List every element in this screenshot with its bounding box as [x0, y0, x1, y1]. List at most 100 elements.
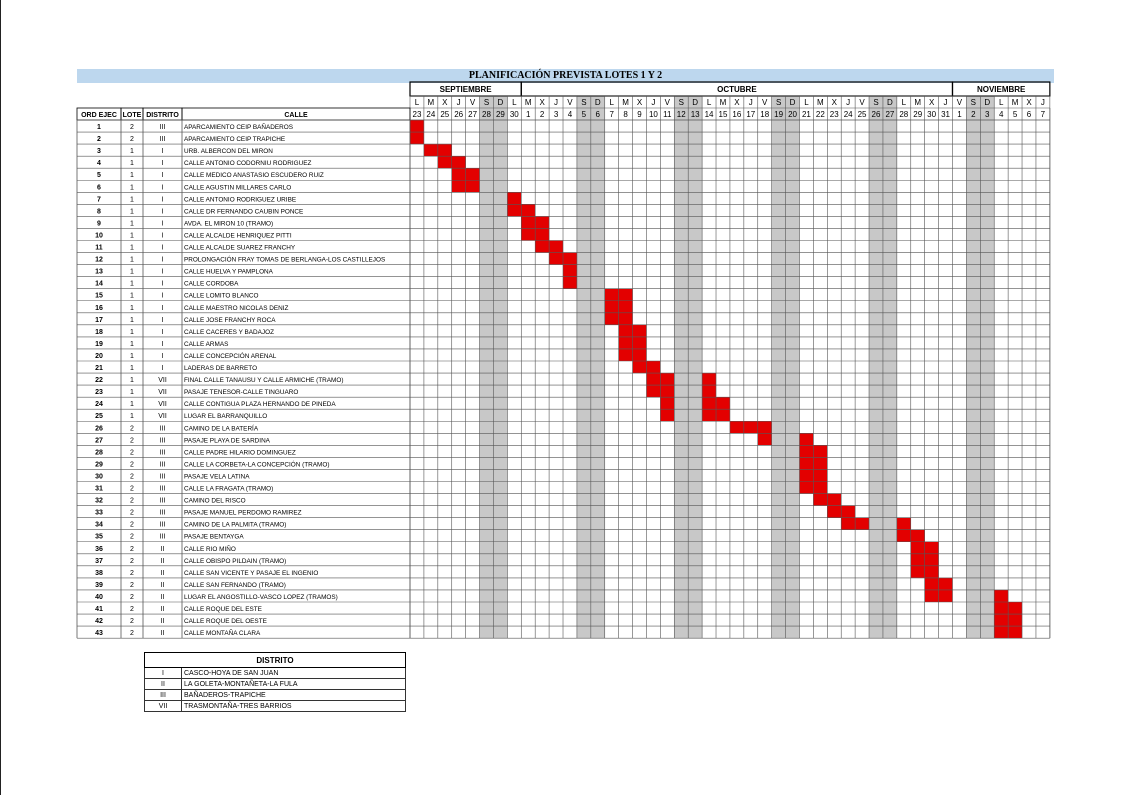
- weekday-label: D: [887, 98, 893, 107]
- work-cell: [563, 252, 577, 265]
- row-calle: PROLONGACIÓN FRAY TOMAS DE BERLANGA-LOS …: [184, 255, 385, 264]
- date-label: 20: [788, 110, 797, 119]
- date-label: 7: [1041, 110, 1046, 119]
- work-cell: [1008, 626, 1023, 639]
- date-label: 1: [526, 110, 531, 119]
- row-calle: CALLE CONTIGUA PLAZA HERNANDO DE PINEDA: [184, 401, 336, 408]
- row-distrito: III: [160, 534, 166, 541]
- work-cell: [660, 373, 675, 386]
- work-cell: [799, 481, 814, 494]
- work-cell: [535, 228, 550, 241]
- work-cell: [604, 312, 619, 325]
- date-label: 21: [802, 110, 811, 119]
- row-order: 11: [95, 245, 103, 252]
- row-calle: URB. ALBERCON DEL MIRON: [184, 148, 273, 155]
- legend-row: VII TRASMONTAÑA-TRES BARRIOS: [144, 700, 406, 712]
- row-order: 7: [97, 196, 101, 203]
- date-label: 27: [468, 110, 477, 119]
- work-cell: [618, 348, 633, 361]
- work-cell: [910, 541, 925, 554]
- work-cell: [1008, 602, 1023, 615]
- row-order: 15: [95, 293, 103, 300]
- work-cell: [604, 288, 619, 301]
- row-order: 29: [95, 461, 103, 468]
- weekday-label: S: [679, 98, 684, 107]
- work-cell: [702, 373, 717, 386]
- row-lote: 2: [130, 522, 134, 529]
- row-calle: CALLE JOSE FRANCHY ROCA: [184, 317, 276, 324]
- legend-title: DISTRITO: [144, 652, 406, 668]
- row-lote: 2: [130, 594, 134, 601]
- weekend-column: [493, 96, 508, 639]
- weekday-label: X: [442, 98, 448, 107]
- work-cell: [632, 348, 647, 361]
- date-label: 25: [858, 110, 867, 119]
- weekday-label: J: [944, 98, 948, 107]
- row-calle: CAMINO DEL RISCO: [184, 498, 246, 505]
- row-distrito: II: [161, 558, 165, 565]
- weekday-label: M: [1012, 98, 1019, 107]
- date-label: 3: [985, 110, 990, 119]
- work-cell: [702, 385, 717, 398]
- weekday-label: V: [957, 98, 963, 107]
- row-lote: 2: [130, 534, 134, 541]
- weekday-label: X: [734, 98, 740, 107]
- work-cell: [437, 144, 452, 157]
- work-cell: [632, 324, 647, 337]
- work-cell: [451, 168, 466, 181]
- work-cell: [410, 120, 424, 133]
- legend-name: TRASMONTAÑA-TRES BARRIOS: [181, 700, 406, 712]
- row-order: 17: [95, 317, 103, 324]
- row-distrito: I: [162, 269, 164, 276]
- row-order: 35: [95, 534, 103, 541]
- weekday-label: L: [707, 98, 712, 107]
- row-distrito: III: [160, 461, 166, 468]
- row-lote: 2: [130, 473, 134, 480]
- row-order: 4: [97, 160, 101, 167]
- row-order: 21: [95, 365, 103, 372]
- weekend-column: [688, 96, 703, 639]
- work-cell: [702, 409, 717, 422]
- work-cell: [1008, 614, 1023, 627]
- row-lote: 2: [130, 449, 134, 456]
- work-cell: [841, 517, 856, 530]
- weekday-label: M: [622, 98, 629, 107]
- row-order: 31: [95, 486, 103, 493]
- row-distrito: II: [161, 582, 165, 589]
- work-cell: [757, 433, 772, 446]
- row-lote: 2: [130, 582, 134, 589]
- row-calle: LADERAS DE BARRETO: [184, 365, 257, 372]
- legend-code: III: [144, 689, 182, 701]
- row-order: 36: [95, 546, 103, 553]
- row-order: 40: [95, 594, 103, 601]
- date-label: 18: [760, 110, 769, 119]
- weekday-label: J: [457, 98, 461, 107]
- row-lote: 1: [130, 148, 134, 155]
- date-label: 17: [746, 110, 755, 119]
- weekday-label: D: [790, 98, 796, 107]
- weekday-label: M: [525, 98, 532, 107]
- work-cell: [910, 565, 925, 578]
- weekday-label: D: [498, 98, 504, 107]
- row-distrito: III: [160, 136, 166, 143]
- row-lote: 1: [130, 220, 134, 227]
- weekday-label: V: [859, 98, 865, 107]
- work-cell: [799, 433, 814, 446]
- weekday-label: M: [914, 98, 921, 107]
- row-order: 9: [97, 220, 101, 227]
- date-label: 13: [691, 110, 700, 119]
- date-label: 1: [957, 110, 962, 119]
- row-calle: CALLE ROQUE DEL ESTE: [184, 606, 262, 613]
- row-lote: 2: [130, 546, 134, 553]
- row-order: 38: [95, 570, 103, 577]
- row-distrito: III: [160, 498, 166, 505]
- work-cell: [896, 529, 911, 542]
- row-lote: 1: [130, 257, 134, 264]
- work-cell: [549, 240, 564, 253]
- row-order: 43: [95, 630, 103, 637]
- date-label: 27: [885, 110, 894, 119]
- row-calle: CALLE LA FRAGATA (TRAMO): [184, 486, 273, 493]
- row-order: 6: [97, 184, 101, 191]
- weekday-label: D: [692, 98, 698, 107]
- row-order: 5: [97, 172, 101, 179]
